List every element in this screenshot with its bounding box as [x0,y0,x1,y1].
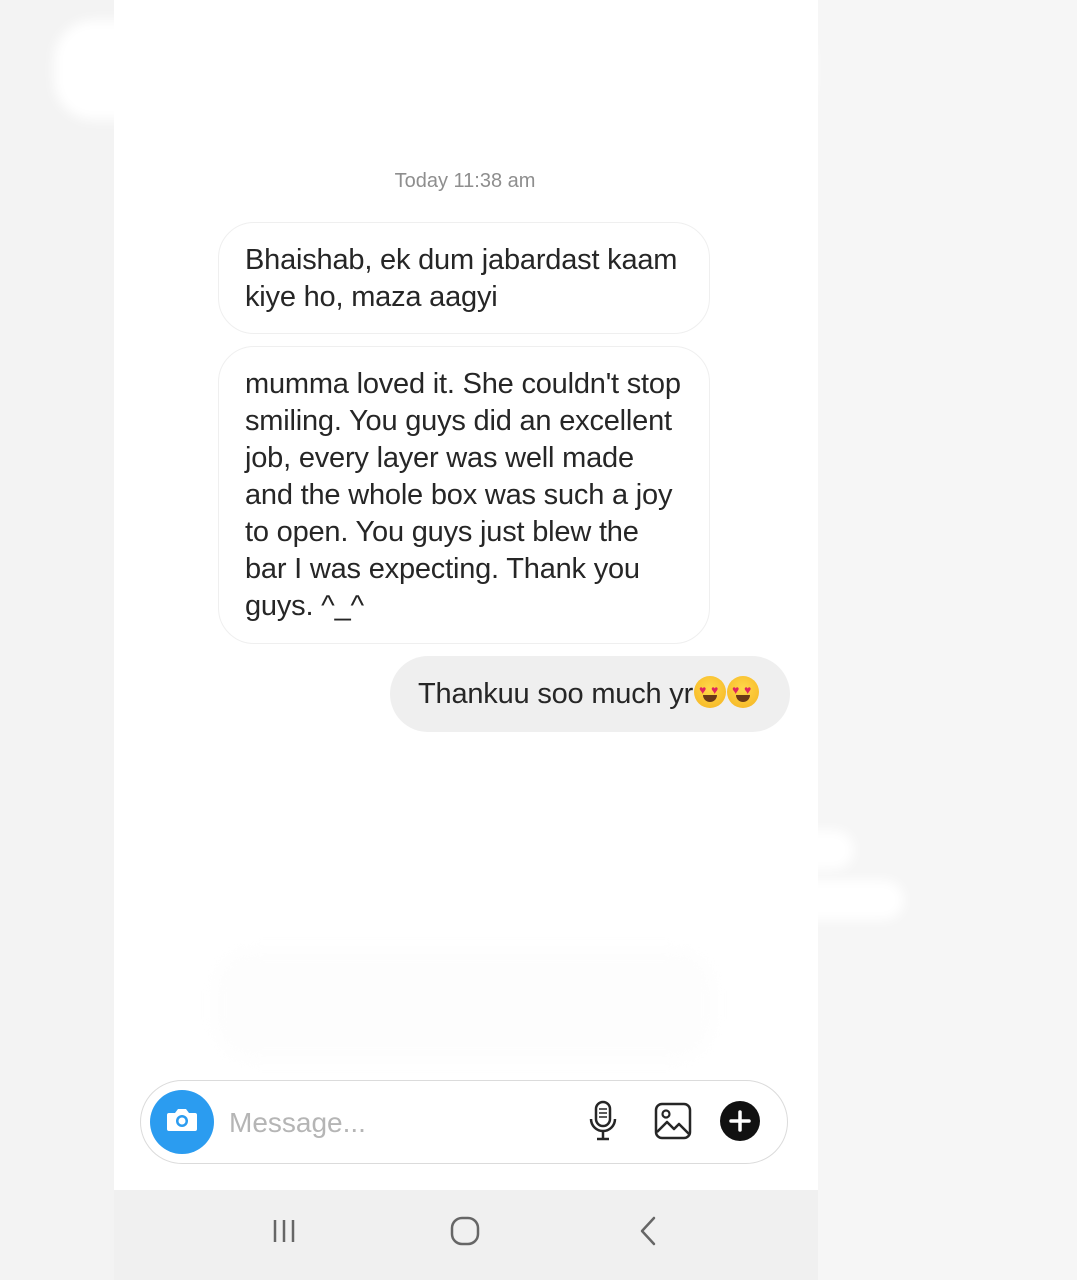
outgoing-message-bubble[interactable]: Thankuu soo much yr ♥ ♥ ♥ ♥ [390,656,790,732]
home-button[interactable] [435,1208,495,1258]
camera-icon [165,1105,199,1140]
redacted-message [214,950,714,1060]
incoming-message-bubble[interactable]: mumma loved it. She couldn't stop smilin… [218,346,710,644]
message-input[interactable] [229,1103,559,1143]
chat-screen: Today 11:38 am Bhaishab, ek dum jabardas… [54,0,904,1280]
more-options-button[interactable] [718,1100,762,1147]
voice-message-button[interactable] [581,1100,625,1147]
message-composer [140,1080,788,1164]
microphone-icon [588,1100,618,1147]
plus-icon [719,1100,761,1147]
recent-apps-button[interactable] [254,1208,314,1258]
background-right [818,0,1077,1280]
camera-button[interactable] [150,1090,214,1154]
system-navigation-bar [114,1190,818,1280]
incoming-message-bubble[interactable]: Bhaishab, ek dum jabardast kaam kiye ho,… [218,222,710,334]
message-text: mumma loved it. She couldn't stop smilin… [245,368,681,622]
redacted-header [54,20,814,120]
heart-eyes-emoji-icon: ♥ ♥ [694,676,727,708]
heart-eyes-emoji-icon: ♥ ♥ [727,676,760,708]
gallery-button[interactable] [651,1101,695,1145]
back-icon [636,1215,660,1252]
message-text: Bhaishab, ek dum jabardast kaam kiye ho,… [245,244,678,313]
back-button[interactable] [618,1208,678,1258]
message-timestamp: Today 11:38 am [394,170,536,192]
message-text: Thankuu soo much yr [418,677,694,710]
gallery-icon [654,1102,692,1145]
redacted-blob [764,880,904,920]
redacted-blob [734,830,854,870]
home-icon [449,1215,481,1252]
recent-apps-icon [269,1216,299,1251]
